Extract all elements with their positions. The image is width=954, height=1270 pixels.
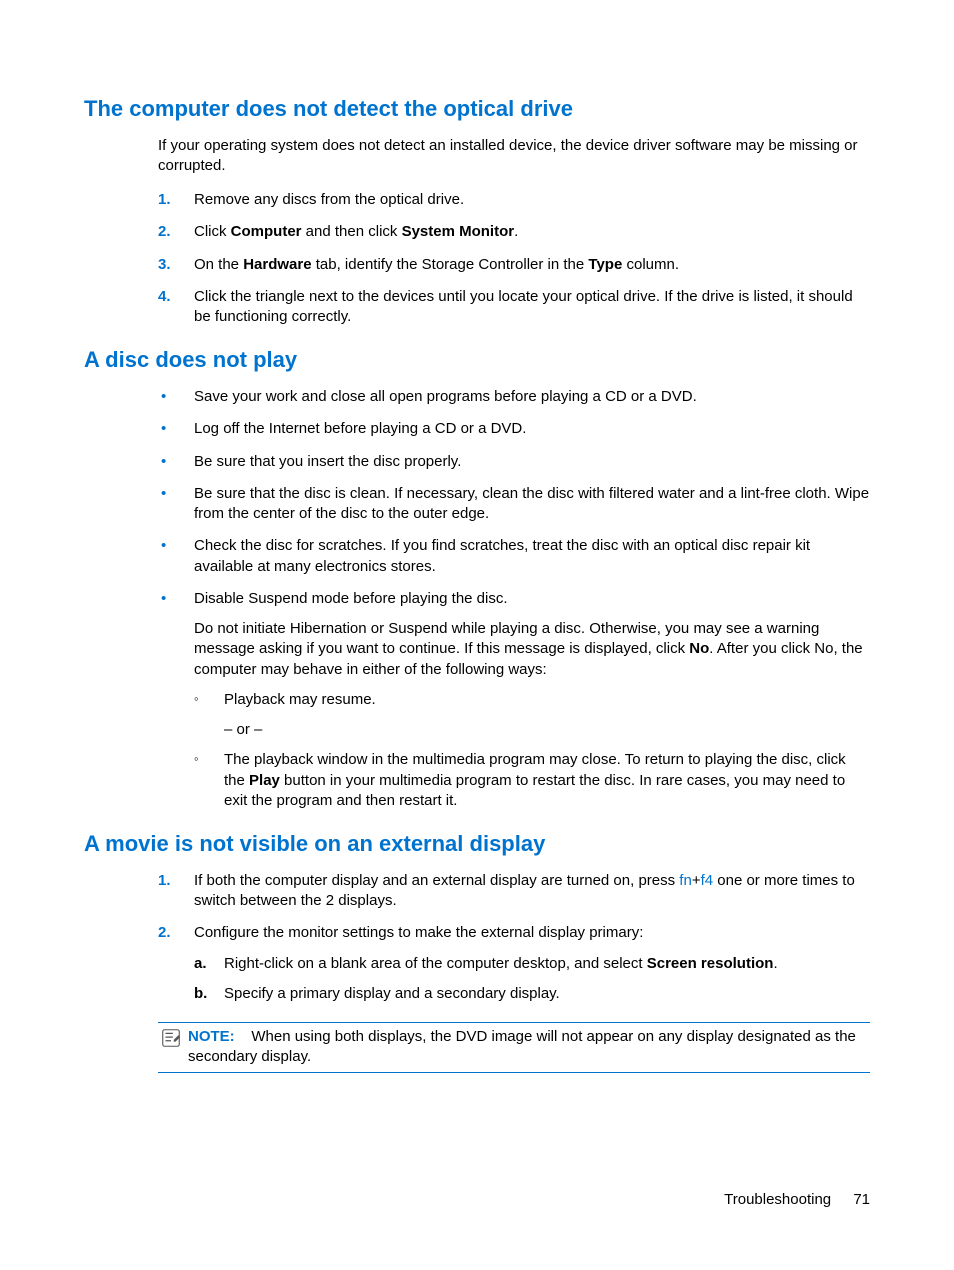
sub-paragraph: Do not initiate Hibernation or Suspend w… xyxy=(194,619,870,680)
bullet-text: Disable Suspend mode before playing the … xyxy=(194,590,508,607)
sub-bulleted-list: Playback may resume. – or – The playback… xyxy=(194,690,870,811)
list-item: 2. Click Computer and then click System … xyxy=(158,222,870,242)
bullet-text: Be sure that you insert the disc properl… xyxy=(194,453,461,470)
list-item: Playback may resume. – or – xyxy=(194,690,870,741)
list-item: 4. Click the triangle next to the device… xyxy=(158,287,870,328)
step-text: Click Computer and then click System Mon… xyxy=(194,223,518,240)
sub-bullet-text: The playback window in the multimedia pr… xyxy=(224,751,846,809)
list-item: 2. Configure the monitor settings to mak… xyxy=(158,923,870,1004)
step-number: 3. xyxy=(158,255,171,275)
page-footer: Troubleshooting 71 xyxy=(724,1190,870,1210)
list-item: 1. Remove any discs from the optical dri… xyxy=(158,190,870,210)
alpha-letter: a. xyxy=(194,954,207,974)
heading-disc-not-play: A disc does not play xyxy=(84,345,870,375)
list-item: 1. If both the computer display and an e… xyxy=(158,871,870,912)
list-item: The playback window in the multimedia pr… xyxy=(194,750,870,811)
alpha-text: Specify a primary display and a secondar… xyxy=(224,985,560,1002)
step-number: 1. xyxy=(158,190,171,210)
footer-section-name: Troubleshooting xyxy=(724,1191,831,1208)
step-text: Remove any discs from the optical drive. xyxy=(194,191,464,208)
numbered-list: 1. Remove any discs from the optical dri… xyxy=(158,190,870,327)
list-item: Check the disc for scratches. If you fin… xyxy=(158,536,870,577)
bullet-text: Be sure that the disc is clean. If neces… xyxy=(194,485,869,522)
bullet-text: Save your work and close all open progra… xyxy=(194,388,697,405)
step-number: 4. xyxy=(158,287,171,307)
intro-paragraph: If your operating system does not detect… xyxy=(158,136,870,177)
alpha-list: a. Right-click on a blank area of the co… xyxy=(194,954,870,1005)
footer-page-number: 71 xyxy=(853,1191,870,1208)
alpha-text: Right-click on a blank area of the compu… xyxy=(224,955,778,972)
bullet-text: Log off the Internet before playing a CD… xyxy=(194,420,526,437)
step-number: 2. xyxy=(158,222,171,242)
list-item: Disable Suspend mode before playing the … xyxy=(158,589,870,811)
step-text: If both the computer display and an exte… xyxy=(194,872,855,909)
bulleted-list: Save your work and close all open progra… xyxy=(158,387,870,811)
or-separator: – or – xyxy=(224,720,870,740)
list-item: Be sure that the disc is clean. If neces… xyxy=(158,484,870,525)
note-label: NOTE: xyxy=(188,1028,235,1045)
step-text: Configure the monitor settings to make t… xyxy=(194,924,643,941)
note-icon xyxy=(160,1027,182,1049)
note-box: NOTE: When using both displays, the DVD … xyxy=(158,1022,870,1073)
list-item: b. Specify a primary display and a secon… xyxy=(194,984,870,1004)
list-item: Save your work and close all open progra… xyxy=(158,387,870,407)
step-text: On the Hardware tab, identify the Storag… xyxy=(194,256,679,273)
heading-external-display: A movie is not visible on an external di… xyxy=(84,829,870,859)
list-item: a. Right-click on a blank area of the co… xyxy=(194,954,870,974)
note-text: When using both displays, the DVD image … xyxy=(188,1028,856,1065)
key-f4: f4 xyxy=(701,872,714,889)
step-text: Click the triangle next to the devices u… xyxy=(194,288,853,325)
list-item: Log off the Internet before playing a CD… xyxy=(158,419,870,439)
heading-optical-drive: The computer does not detect the optical… xyxy=(84,94,870,124)
list-item: 3. On the Hardware tab, identify the Sto… xyxy=(158,255,870,275)
document-page: The computer does not detect the optical… xyxy=(0,0,954,1270)
step-number: 1. xyxy=(158,871,171,891)
alpha-letter: b. xyxy=(194,984,207,1004)
sub-bullet-text: Playback may resume. xyxy=(224,691,376,708)
bullet-text: Check the disc for scratches. If you fin… xyxy=(194,537,810,574)
step-number: 2. xyxy=(158,923,171,943)
key-fn: fn xyxy=(679,872,692,889)
list-item: Be sure that you insert the disc properl… xyxy=(158,452,870,472)
numbered-list: 1. If both the computer display and an e… xyxy=(158,871,870,1004)
